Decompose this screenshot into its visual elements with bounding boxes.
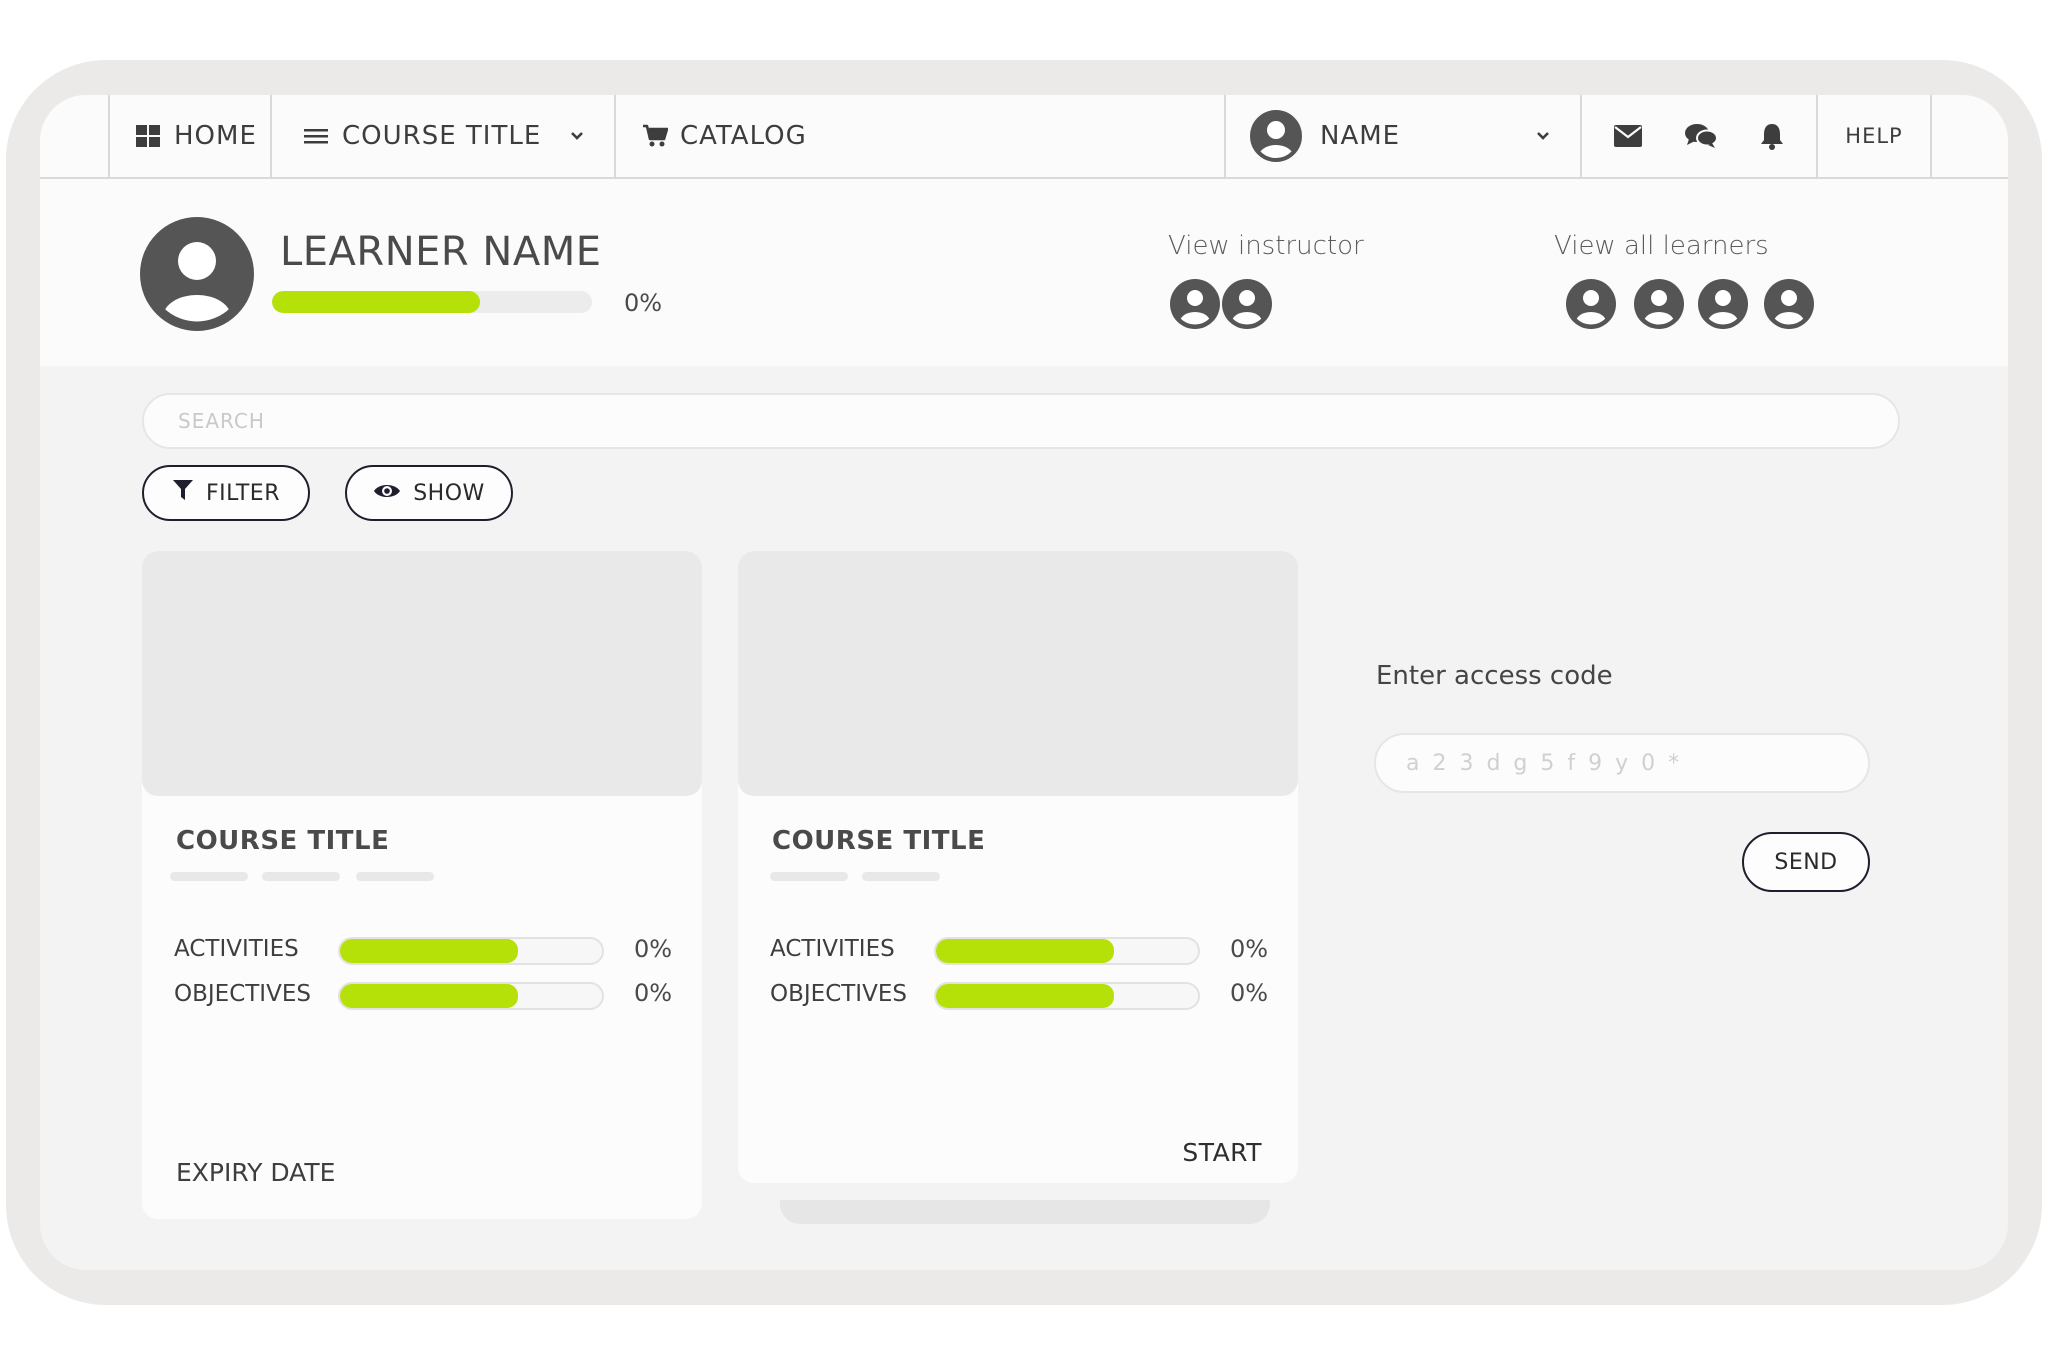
filter-button[interactable]: FILTER [142,465,310,521]
objectives-label: OBJECTIVES [770,981,907,1007]
mail-icon[interactable] [1613,125,1642,147]
progress-fill [340,939,519,963]
placeholder-line [262,872,340,881]
learner-avatar-icon[interactable] [1634,279,1684,334]
filter-icon [172,478,194,508]
placeholder-line [770,872,848,881]
eye-icon [373,481,401,506]
menu-icon [304,127,328,145]
nav-user-name: NAME [1320,121,1401,151]
course-thumbnail [738,551,1298,796]
nav-notifications-group [1580,95,1816,177]
objectives-progress-bar [934,982,1200,1010]
learner-avatar-icon[interactable] [1698,279,1748,334]
progress-fill [936,939,1115,963]
course-title: COURSE TITLE [772,826,986,856]
progress-fill [936,984,1115,1008]
chat-icon[interactable] [1684,123,1717,149]
instructor-avatar-icon[interactable] [1222,279,1272,334]
progress-fill [340,984,519,1008]
progress-fill [272,291,480,313]
objectives-percent: 0% [634,979,673,1007]
nav-home-label: HOME [174,121,257,151]
nav-catalog[interactable]: CATALOG [614,95,1224,177]
search-input[interactable] [142,393,1900,449]
placeholder-line [356,872,434,881]
access-code-label: Enter access code [1376,661,1613,691]
objectives-percent: 0% [1230,979,1269,1007]
cart-icon [642,124,668,148]
start-button[interactable]: START [1182,1138,1262,1167]
objectives-progress-bar [338,982,604,1010]
instructor-avatar-icon[interactable] [1170,279,1220,334]
learner-profile-header: LEARNER NAME 0% View instructor View all… [40,179,2008,366]
course-title: COURSE TITLE [176,826,390,856]
card-stack-shadow [780,1200,1270,1224]
nav-help-label: HELP [1845,124,1903,148]
nav-catalog-label: CATALOG [680,121,807,151]
view-all-learners-link[interactable]: View all learners [1554,231,1769,261]
course-card[interactable]: COURSE TITLE ACTIVITIES 0% OBJECTIVES 0%… [142,551,702,1219]
expiry-date: EXPIRY DATE [176,1158,336,1187]
view-instructor-link[interactable]: View instructor [1168,231,1364,261]
nav-home[interactable]: HOME [108,95,270,177]
nav-divider [1930,95,1932,177]
nav-course-dropdown[interactable]: COURSE TITLE [270,95,614,177]
user-avatar-icon [1250,110,1302,162]
activities-percent: 0% [634,935,673,963]
objectives-label: OBJECTIVES [174,981,311,1007]
activities-label: ACTIVITIES [770,936,895,962]
chevron-down-icon [1536,131,1550,141]
learner-progress-percent: 0% [624,289,663,317]
activities-progress-bar [934,937,1200,965]
grid-icon [136,125,160,147]
send-button-label: SEND [1774,849,1838,875]
learner-progress-bar [272,291,592,313]
top-nav: HOME COURSE TITLE CATALOG NAME HELP [40,95,2008,179]
learner-name: LEARNER NAME [280,229,602,275]
show-button-label: SHOW [413,480,485,506]
access-code-input[interactable] [1374,733,1870,793]
learner-avatar-icon[interactable] [1764,279,1814,334]
learner-avatar-icon[interactable] [1566,279,1616,334]
send-button[interactable]: SEND [1742,832,1870,892]
nav-help[interactable]: HELP [1816,95,1930,177]
nav-course-label: COURSE TITLE [342,121,542,151]
activities-percent: 0% [1230,935,1269,963]
course-card[interactable]: COURSE TITLE ACTIVITIES 0% OBJECTIVES 0%… [738,551,1298,1183]
chevron-down-icon [570,131,584,141]
bell-icon[interactable] [1760,122,1784,150]
filter-button-label: FILTER [206,480,280,506]
nav-user-menu[interactable]: NAME [1224,95,1580,177]
app-screen: HOME COURSE TITLE CATALOG NAME HELP LEAR… [40,95,2008,1270]
learner-avatar-icon [140,217,254,336]
show-button[interactable]: SHOW [345,465,513,521]
course-thumbnail [142,551,702,796]
activities-label: ACTIVITIES [174,936,299,962]
placeholder-line [170,872,248,881]
activities-progress-bar [338,937,604,965]
placeholder-line [862,872,940,881]
